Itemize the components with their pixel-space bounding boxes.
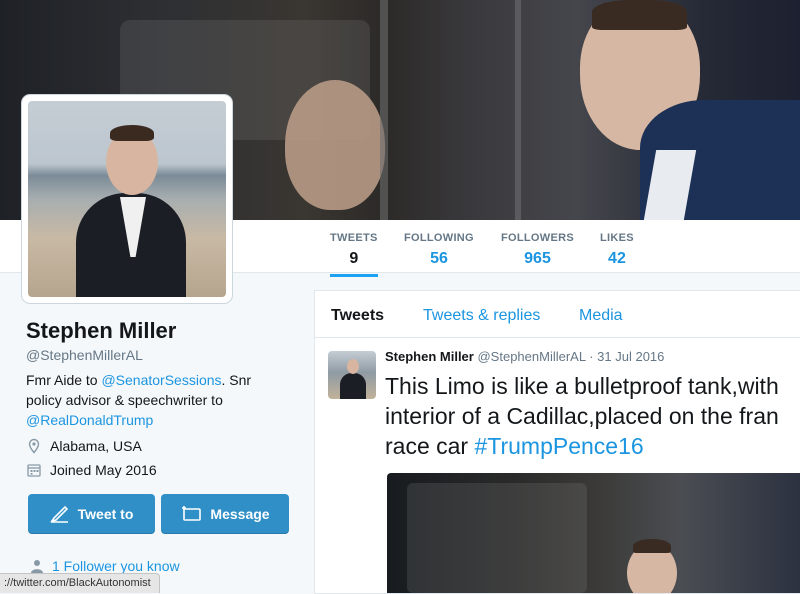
profile-location: Alabama, USA (26, 438, 142, 454)
browser-status-url: ://twitter.com/BlackAutonomist (0, 573, 160, 593)
avatar-hair (110, 125, 154, 141)
followers-you-know[interactable]: 1 Follower you know (30, 558, 180, 574)
bio-link-senatorsessions[interactable]: @SenatorSessions (101, 372, 221, 388)
stat-tweets-value: 9 (349, 250, 359, 267)
stat-followers-value: 965 (524, 250, 551, 267)
calendar-icon (26, 462, 42, 478)
stat-tweets-label: TWEETS (330, 232, 378, 244)
message-label: Message (210, 506, 270, 522)
stat-following-value: 56 (430, 250, 448, 267)
message-button[interactable]: Message (161, 494, 289, 534)
profile-joined: Joined May 2016 (26, 462, 157, 478)
location-pin-icon (26, 438, 42, 454)
banner-person-in-car (285, 80, 385, 210)
tweet-avatar[interactable] (328, 351, 376, 399)
stat-following-label: FOLLOWING (404, 232, 474, 244)
tweet-item[interactable]: Stephen Miller @StephenMillerAL · 31 Jul… (315, 337, 800, 593)
tweet-media-image[interactable] (387, 473, 800, 593)
media-car-window (407, 483, 587, 593)
tab-tweets-replies[interactable]: Tweets & replies (423, 307, 540, 325)
banner-person-hair (592, 0, 687, 30)
tweet-to-button[interactable]: Tweet to (28, 494, 155, 534)
tab-tweets[interactable]: Tweets (331, 307, 384, 325)
location-text: Alabama, USA (50, 438, 142, 454)
tweet-author-handle: @StephenMillerAL (477, 349, 586, 364)
tweet-avatar-face (347, 359, 359, 374)
tweet-avatar-suit (340, 373, 366, 399)
tweet-text-line-3: race car #TrumpPence16 (385, 431, 800, 461)
compose-icon (49, 505, 68, 523)
message-icon (182, 506, 202, 521)
tweet-to-label: Tweet to (77, 506, 134, 522)
timeline-tabs: Tweets Tweets & replies Media (315, 291, 800, 338)
stat-likes-value: 42 (608, 250, 626, 267)
tweet-text-line-3-start: race car (385, 433, 475, 459)
banner-door-edge (515, 0, 521, 220)
followers-you-know-text: 1 Follower you know (52, 558, 180, 574)
stat-following[interactable]: FOLLOWING 56 (404, 232, 474, 268)
stat-likes[interactable]: LIKES 42 (600, 232, 634, 268)
tweet-header: Stephen Miller @StephenMillerAL · 31 Jul… (385, 349, 664, 364)
joined-text: Joined May 2016 (50, 462, 157, 478)
banner-door-frame (380, 0, 388, 220)
tweet-date[interactable]: · 31 Jul 2016 (589, 349, 664, 364)
person-icon (31, 560, 43, 573)
avatar-photo (28, 101, 226, 297)
profile-avatar[interactable] (22, 95, 232, 303)
tweet-text: This Limo is like a bulletproof tank,wit… (385, 371, 800, 461)
tweet-text-line-1: This Limo is like a bulletproof tank,wit… (385, 373, 779, 399)
media-person-hair (633, 539, 671, 553)
profile-name[interactable]: Stephen Miller (26, 318, 176, 344)
bio-link-realdonaldtrump[interactable]: @RealDonaldTrump (26, 412, 153, 428)
tab-media[interactable]: Media (579, 307, 623, 325)
stat-likes-label: LIKES (600, 232, 634, 244)
stat-followers-label: FOLLOWERS (501, 232, 574, 244)
bio-text-start: Fmr Aide to (26, 372, 102, 388)
stat-followers[interactable]: FOLLOWERS 965 (501, 232, 574, 268)
tweet-author-name[interactable]: Stephen Miller (385, 349, 474, 364)
profile-bio: Fmr Aide to @SenatorSessions. Snr policy… (26, 370, 286, 430)
profile-handle: @StephenMillerAL (26, 347, 143, 363)
timeline-panel: Tweets Tweets & replies Media Stephen Mi… (314, 290, 800, 594)
stat-tweets[interactable]: TWEETS 9 (330, 232, 378, 277)
tweet-hashtag[interactable]: #TrumpPence16 (474, 433, 643, 459)
tweet-text-line-2: interior of a Cadillac,placed on the fra… (385, 403, 779, 429)
